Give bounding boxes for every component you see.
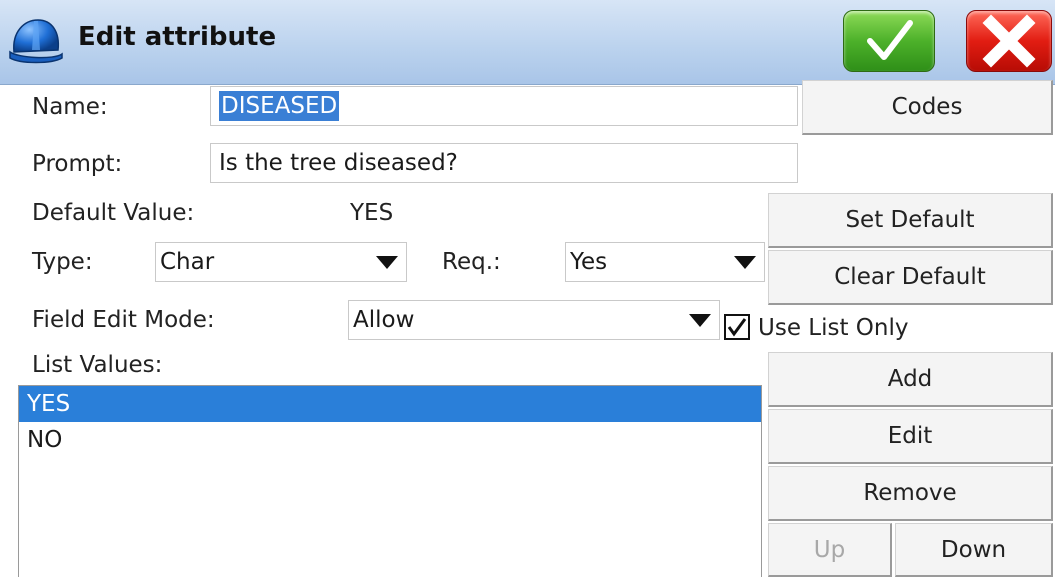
default-value-label: Default Value: [32,200,195,226]
up-button[interactable]: Up [768,523,892,577]
type-value: Char [160,249,215,275]
codes-button[interactable]: Codes [802,80,1053,135]
field-edit-mode-select[interactable]: Allow [348,300,720,340]
default-value-display: YES [350,200,394,226]
field-edit-mode-label: Field Edit Mode: [32,307,215,333]
use-list-only-label: Use List Only [758,315,909,341]
edit-button[interactable]: Edit [768,409,1053,464]
required-value: Yes [570,249,608,275]
title-bar: Edit attribute [0,0,1055,85]
prompt-label: Prompt: [32,151,123,177]
checkmark-icon [727,318,747,337]
name-value: DISEASED [219,91,340,121]
remove-button[interactable]: Remove [768,466,1053,521]
add-button[interactable]: Add [768,352,1053,407]
ok-button[interactable] [843,10,935,72]
chevron-down-icon [689,314,711,327]
window-title: Edit attribute [78,22,277,52]
cancel-button[interactable] [966,10,1052,72]
clear-default-button[interactable]: Clear Default [768,250,1053,305]
use-list-only-checkbox[interactable] [724,314,750,340]
type-select[interactable]: Char [155,242,407,282]
list-values-label: List Values: [32,352,163,378]
type-label: Type: [32,249,93,275]
list-values-listbox[interactable]: YES NO [18,385,762,577]
name-input[interactable]: DISEASED [210,86,798,126]
close-x-icon [982,14,1036,68]
set-default-button[interactable]: Set Default [768,193,1053,248]
chevron-down-icon [734,256,756,269]
chevron-down-icon [376,256,398,269]
hard-hat-icon [8,14,64,64]
list-item[interactable]: NO [19,422,761,458]
required-label: Req.: [442,249,501,275]
list-item[interactable]: YES [19,386,761,422]
down-button[interactable]: Down [895,523,1053,577]
checkmark-icon [867,20,913,60]
prompt-input[interactable]: Is the tree diseased? [210,143,798,183]
required-select[interactable]: Yes [565,242,765,282]
field-edit-mode-value: Allow [353,307,415,333]
name-label: Name: [32,94,108,120]
